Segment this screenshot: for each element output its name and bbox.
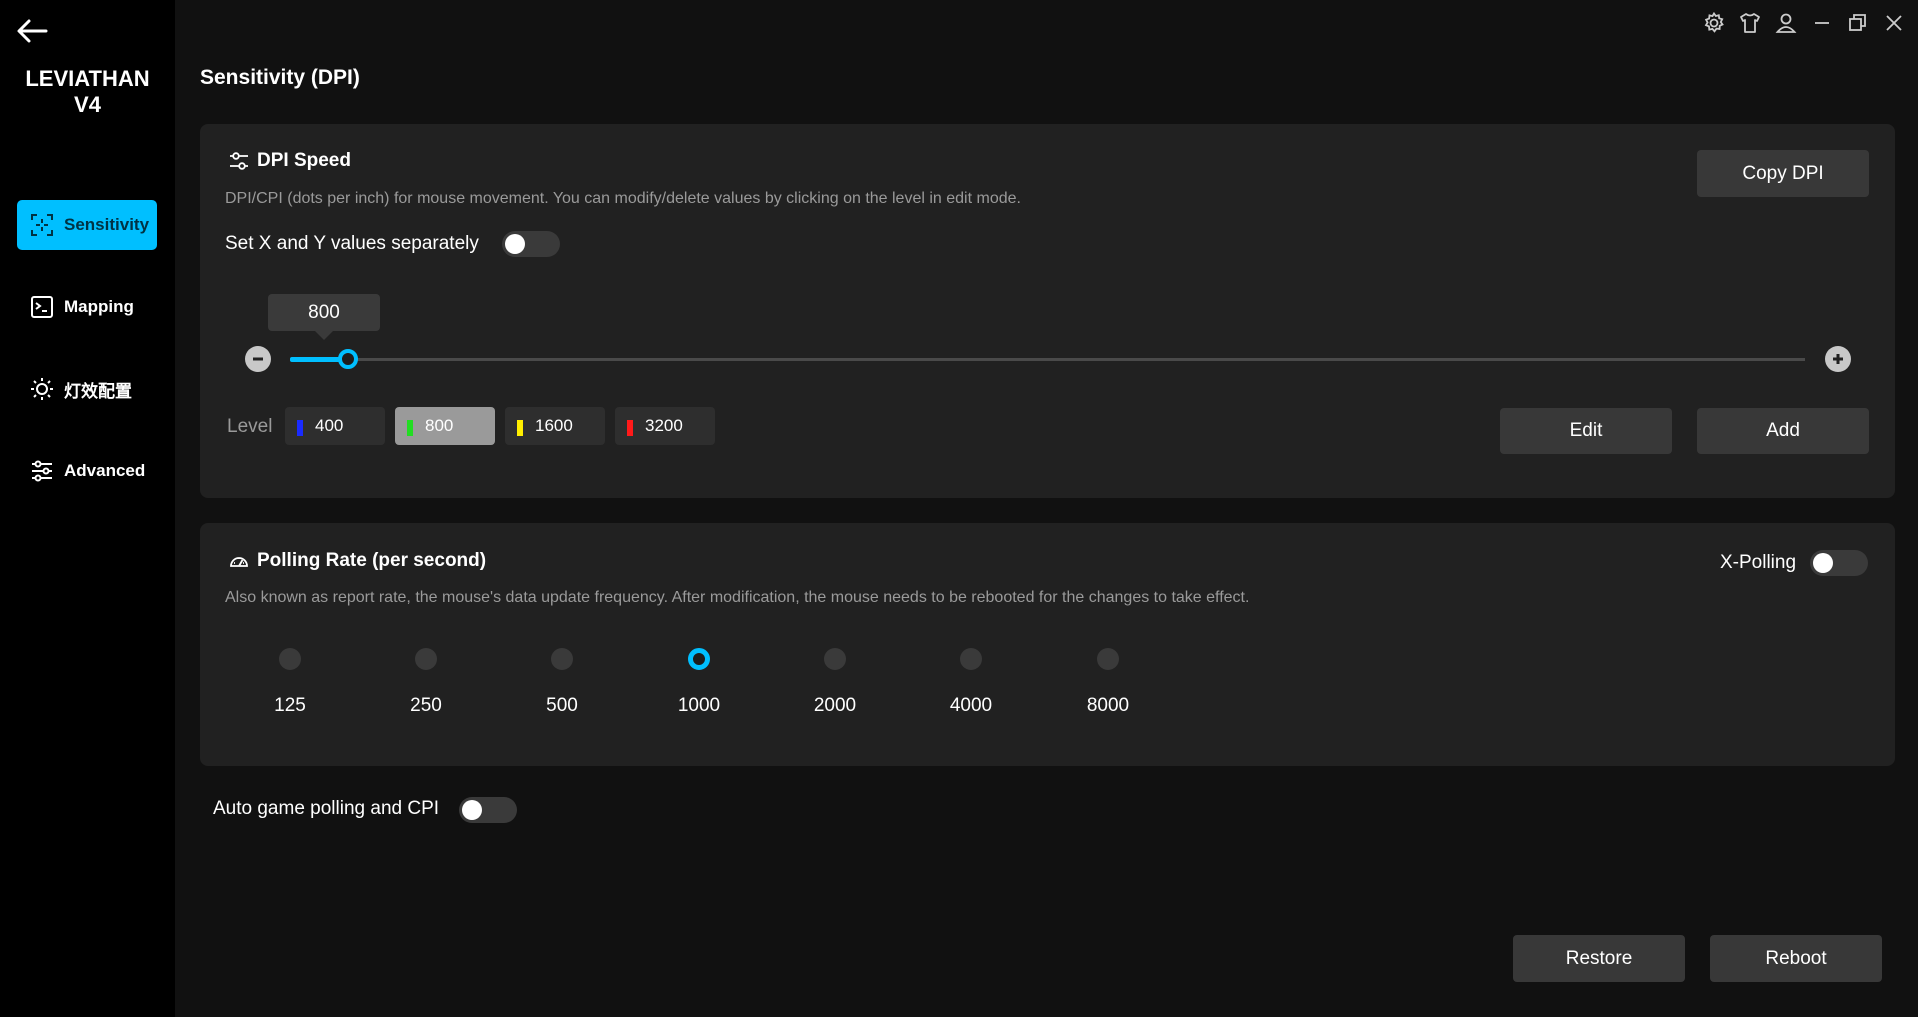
polling-option[interactable]: 8000 xyxy=(1068,645,1148,725)
auto-game-toggle[interactable] xyxy=(459,797,517,823)
dpi-title: DPI Speed xyxy=(226,148,351,174)
back-arrow-icon[interactable] xyxy=(14,14,50,50)
advanced-icon xyxy=(29,458,55,484)
close-icon[interactable] xyxy=(1881,10,1907,36)
polling-description: Also known as report rate, the mouse's d… xyxy=(225,589,1250,606)
restore-button[interactable]: Restore xyxy=(1513,935,1685,982)
polling-rate-value: 125 xyxy=(274,695,306,716)
level-value: 3200 xyxy=(645,416,683,435)
sidebar-item-label: 灯效配置 xyxy=(64,381,132,401)
polling-rate-value: 2000 xyxy=(813,695,857,716)
level-color-swatch xyxy=(517,420,523,436)
dpi-level-chip[interactable]: 3200 xyxy=(615,407,715,445)
page-title: Sensitivity (DPI) xyxy=(200,66,360,89)
sidebar-item-label: Sensitivity xyxy=(64,215,150,234)
edit-button[interactable]: Edit xyxy=(1500,408,1672,454)
sidebar-item-lighting[interactable]: 灯效配置 xyxy=(17,364,157,414)
sidebar-item-advanced[interactable]: Advanced xyxy=(17,446,157,496)
polling-option[interactable]: 500 xyxy=(522,645,602,725)
polling-title: Polling Rate (per second) xyxy=(226,548,486,574)
x-polling-label: X-Polling xyxy=(1720,552,1797,573)
polling-option[interactable]: 2000 xyxy=(795,645,875,725)
user-icon[interactable] xyxy=(1773,10,1799,36)
x-polling-toggle[interactable] xyxy=(1810,550,1868,576)
radio-dot xyxy=(1097,648,1119,670)
speedometer-icon xyxy=(226,548,252,574)
polling-rate-value: 500 xyxy=(546,695,578,716)
gear-icon[interactable] xyxy=(1701,10,1727,36)
sensitivity-icon xyxy=(29,212,55,238)
dpi-level-chip[interactable]: 1600 xyxy=(505,407,605,445)
radio-dot xyxy=(824,648,846,670)
xy-separate-label: Set X and Y values separately xyxy=(225,233,479,254)
level-color-swatch xyxy=(407,420,413,436)
polling-rate-value: 250 xyxy=(410,695,442,716)
dpi-level-chip[interactable]: 800 xyxy=(395,407,495,445)
plus-icon[interactable] xyxy=(1825,346,1851,372)
sidebar: LEVIATHAN V4 Sensitivity Mapping 灯效配置 Ad… xyxy=(0,0,175,1017)
minimize-icon[interactable] xyxy=(1809,10,1835,36)
dpi-title-text: DPI Speed xyxy=(257,150,351,171)
radio-dot xyxy=(415,648,437,670)
polling-option[interactable]: 1000 xyxy=(659,645,739,725)
dpi-description: DPI/CPI (dots per inch) for mouse moveme… xyxy=(225,190,1021,207)
polling-option[interactable]: 4000 xyxy=(931,645,1011,725)
level-value: 800 xyxy=(425,416,454,435)
sidebar-item-label: Mapping xyxy=(64,297,134,316)
polling-rate-value: 1000 xyxy=(677,695,721,716)
sidebar-item-mapping[interactable]: Mapping xyxy=(17,282,157,332)
mapping-icon xyxy=(29,294,55,320)
shirt-icon[interactable] xyxy=(1737,10,1763,36)
radio-dot xyxy=(279,648,301,670)
dpi-level-chip[interactable]: 400 xyxy=(285,407,385,445)
dpi-value-tooltip: 800 xyxy=(268,294,380,331)
xy-separate-toggle[interactable] xyxy=(502,231,560,257)
add-button[interactable]: Add xyxy=(1697,408,1869,454)
level-value: 400 xyxy=(315,416,344,435)
device-name: LEVIATHAN V4 xyxy=(25,66,150,117)
dpi-slider-thumb[interactable] xyxy=(337,349,358,369)
tooltip-arrow xyxy=(315,331,333,340)
radio-dot xyxy=(960,648,982,670)
sidebar-item-sensitivity[interactable]: Sensitivity xyxy=(17,200,157,250)
toggle-knob xyxy=(505,234,525,254)
polling-option[interactable]: 125 xyxy=(250,645,330,725)
toggle-knob xyxy=(1813,553,1833,573)
copy-dpi-button[interactable]: Copy DPI xyxy=(1697,150,1869,197)
auto-game-label: Auto game polling and CPI xyxy=(213,798,440,819)
polling-rate-value: 4000 xyxy=(949,695,993,716)
level-color-swatch xyxy=(627,420,633,436)
toggle-knob xyxy=(462,800,482,820)
radio-dot xyxy=(688,648,710,670)
sidebar-item-label: Advanced xyxy=(64,461,146,480)
dpi-sliders-icon xyxy=(226,148,252,174)
dpi-slider-track[interactable] xyxy=(290,358,1805,361)
level-label: Level xyxy=(227,416,273,437)
polling-rate-value: 8000 xyxy=(1086,695,1130,716)
polling-option[interactable]: 250 xyxy=(386,645,466,725)
reboot-button[interactable]: Reboot xyxy=(1710,935,1882,982)
lighting-icon xyxy=(29,376,55,402)
polling-title-text: Polling Rate (per second) xyxy=(257,550,487,571)
level-color-swatch xyxy=(297,420,303,436)
minus-icon[interactable] xyxy=(245,346,271,372)
restore-window-icon[interactable] xyxy=(1845,10,1871,36)
level-value: 1600 xyxy=(535,416,573,435)
radio-dot xyxy=(551,648,573,670)
